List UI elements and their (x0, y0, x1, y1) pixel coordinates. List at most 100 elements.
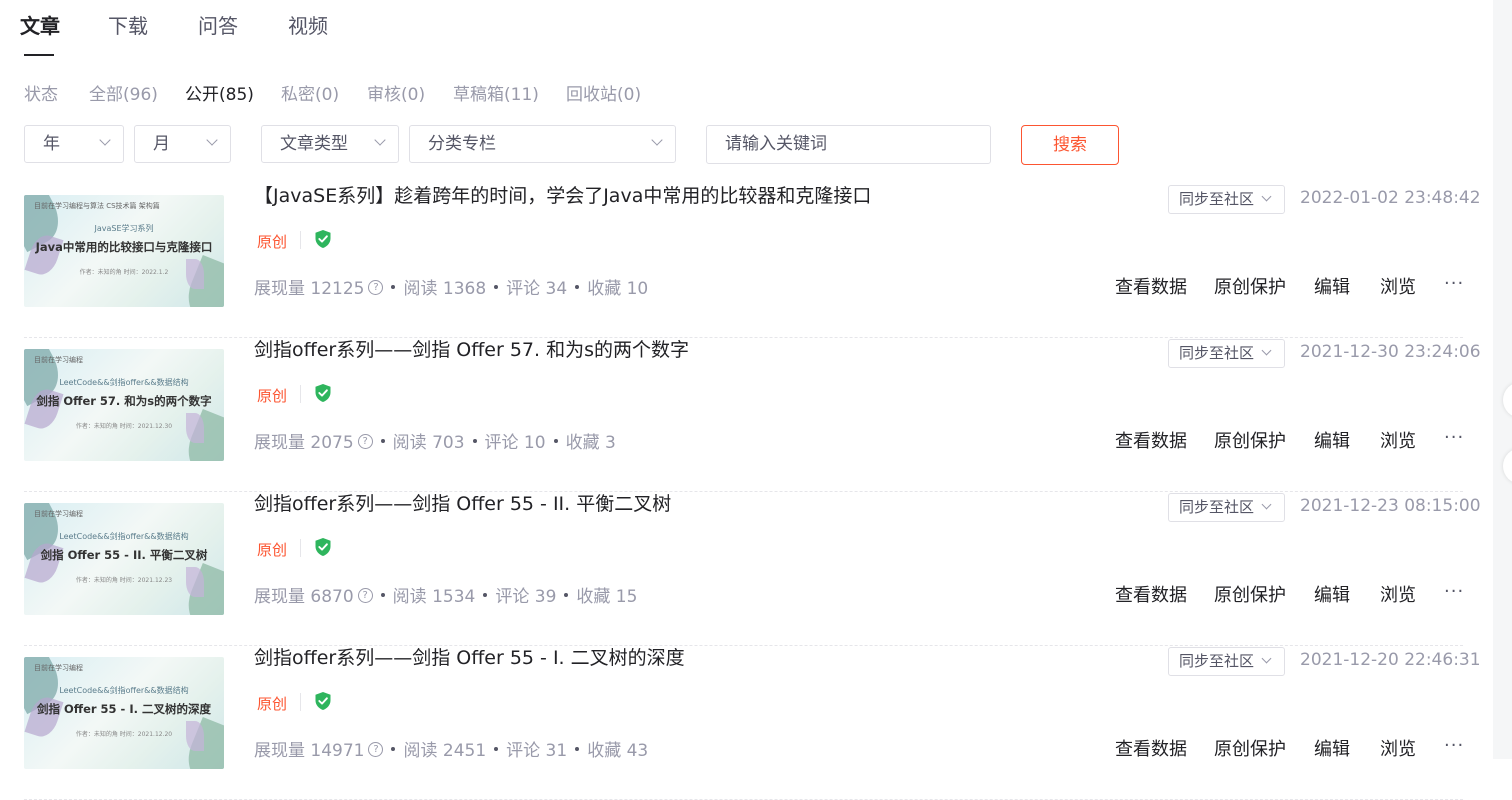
comment-count: 评论 39 (495, 587, 557, 607)
article-title[interactable]: 剑指offer系列——剑指 Offer 55 - I. 二叉树的深度 (254, 645, 685, 671)
thumbnail-title: 剑指 Offer 55 - II. 平衡二叉树 (40, 548, 208, 562)
divider (300, 693, 301, 711)
separator-dot (575, 747, 580, 751)
help-icon[interactable]: ? (357, 588, 373, 603)
thumbnail-footer: 作者：未知的角 时间：2021.12.23 (75, 577, 173, 584)
thumbnail-footer: 作者：未知的角 时间：2021.12.30 (75, 423, 173, 430)
edit-button[interactable]: 编辑 (1314, 581, 1350, 607)
category-value: 分类专栏 (428, 134, 496, 154)
impressions-count: 展现量 6870 (254, 587, 354, 607)
sync-label: 同步至社区 (1179, 498, 1255, 516)
article-title[interactable]: 剑指offer系列——剑指 Offer 57. 和为s的两个数字 (254, 337, 689, 363)
article-stats: 展现量 14971? 阅读 2451 评论 31 收藏 43 (254, 736, 648, 761)
view-data-button[interactable]: 查看数据 (1115, 735, 1187, 761)
tab-downloads[interactable]: 下载 (108, 10, 148, 39)
help-icon[interactable]: ? (357, 434, 373, 449)
sync-to-community-select[interactable]: 同步至社区 (1168, 339, 1285, 368)
article-thumbnail[interactable]: 目前在学习编程与算法 CS技术篇 架构篇 JavaSE学习系列 Java中常用的… (24, 195, 224, 307)
thumbnail-title: 剑指 Offer 57. 和为s的两个数字 (36, 394, 212, 408)
thumbnail-title: 剑指 Offer 55 - I. 二叉树的深度 (36, 702, 211, 716)
thumbnail-subtitle: LeetCode&&剑指offer&&数据结构 (59, 378, 189, 387)
sync-label: 同步至社区 (1179, 652, 1255, 670)
verified-shield-icon (315, 538, 331, 556)
thumbnail-header: 目前在学习编程与算法 CS技术篇 架构篇 (34, 202, 160, 210)
year-select-value: 年 (43, 134, 60, 154)
chevron-down-icon (1261, 345, 1272, 356)
separator-dot (380, 439, 385, 443)
separator-dot (575, 285, 580, 289)
comment-count: 评论 10 (484, 433, 546, 453)
active-tab-indicator (24, 54, 54, 56)
original-protection-button[interactable]: 原创保护 (1214, 581, 1286, 607)
status-private[interactable]: 私密(0) (281, 80, 339, 105)
thumbnail-footer: 作者：未知的角 时间：2021.12.20 (75, 731, 173, 738)
sync-to-community-select[interactable]: 同步至社区 (1168, 493, 1285, 522)
more-options-icon[interactable]: ··· (1444, 273, 1464, 294)
view-data-button[interactable]: 查看数据 (1115, 273, 1187, 299)
article-thumbnail[interactable]: 目前在学习编程 LeetCode&&剑指offer&&数据结构 剑指 Offer… (24, 503, 224, 615)
article-thumbnail[interactable]: 目前在学习编程 LeetCode&&剑指offer&&数据结构 剑指 Offer… (24, 657, 224, 769)
browse-button[interactable]: 浏览 (1380, 273, 1416, 299)
help-icon[interactable]: ? (368, 280, 384, 295)
original-protection-button[interactable]: 原创保护 (1214, 427, 1286, 453)
status-all[interactable]: 全部(96) (89, 80, 158, 105)
read-count: 阅读 703 (392, 433, 465, 453)
tab-articles[interactable]: 文章 (20, 10, 60, 39)
article-thumbnail[interactable]: 目前在学习编程 LeetCode&&剑指offer&&数据结构 剑指 Offer… (24, 349, 224, 461)
favorite-count: 收藏 3 (565, 433, 616, 453)
status-public[interactable]: 公开(85) (185, 80, 254, 105)
original-protection-button[interactable]: 原创保护 (1214, 735, 1286, 761)
scrollbar-track[interactable] (1493, 0, 1512, 759)
read-count: 阅读 1534 (392, 587, 476, 607)
thumbnail-subtitle: LeetCode&&剑指offer&&数据结构 (59, 532, 189, 541)
status-label: 状态 (24, 85, 58, 105)
category-select[interactable]: 分类专栏 (409, 125, 676, 163)
separator-dot (483, 593, 488, 597)
status-trash[interactable]: 回收站(0) (566, 80, 641, 105)
status-review[interactable]: 审核(0) (367, 80, 425, 105)
search-button[interactable]: 搜索 (1021, 125, 1119, 165)
tab-videos[interactable]: 视频 (288, 10, 328, 39)
separator-dot (494, 747, 499, 751)
impressions-count: 展现量 12125 (254, 279, 365, 299)
separator-dot (564, 593, 569, 597)
view-data-button[interactable]: 查看数据 (1115, 427, 1187, 453)
sync-to-community-select[interactable]: 同步至社区 (1168, 647, 1285, 676)
read-count: 阅读 1368 (403, 279, 487, 299)
favorite-count: 收藏 43 (587, 741, 649, 761)
more-options-icon[interactable]: ··· (1444, 581, 1464, 602)
article-type-select[interactable]: 文章类型 (261, 125, 399, 163)
view-data-button[interactable]: 查看数据 (1115, 581, 1187, 607)
more-options-icon[interactable]: ··· (1444, 735, 1464, 756)
publish-date: 2022-01-02 23:48:42 (1300, 188, 1481, 208)
browse-button[interactable]: 浏览 (1380, 427, 1416, 453)
status-drafts[interactable]: 草稿箱(11) (453, 80, 539, 105)
edit-button[interactable]: 编辑 (1314, 273, 1350, 299)
article-stats: 展现量 6870? 阅读 1534 评论 39 收藏 15 (254, 582, 637, 607)
chevron-down-icon (1261, 499, 1272, 510)
tab-qa[interactable]: 问答 (198, 10, 238, 39)
original-tag: 原创 (257, 387, 288, 405)
month-select[interactable]: 月 (134, 125, 231, 163)
edit-button[interactable]: 编辑 (1314, 735, 1350, 761)
article-title[interactable]: 剑指offer系列——剑指 Offer 55 - II. 平衡二叉树 (254, 491, 671, 517)
year-select[interactable]: 年 (24, 125, 124, 163)
thumbnail-header: 目前在学习编程 (34, 356, 83, 364)
favorite-count: 收藏 10 (587, 279, 649, 299)
original-protection-button[interactable]: 原创保护 (1214, 273, 1286, 299)
help-icon[interactable]: ? (368, 742, 384, 757)
browse-button[interactable]: 浏览 (1380, 581, 1416, 607)
browse-button[interactable]: 浏览 (1380, 735, 1416, 761)
edit-button[interactable]: 编辑 (1314, 427, 1350, 453)
separator-dot (391, 747, 396, 751)
more-options-icon[interactable]: ··· (1444, 427, 1464, 448)
keyword-input[interactable]: 请输入关键词 (706, 125, 991, 164)
impressions-count: 展现量 14971 (254, 741, 365, 761)
separator-dot (553, 439, 558, 443)
publish-date: 2021-12-20 22:46:31 (1300, 650, 1481, 670)
article-title[interactable]: 【JavaSE系列】趁着跨年的时间，学会了Java中常用的比较器和克隆接口 (254, 183, 871, 209)
sync-to-community-select[interactable]: 同步至社区 (1168, 185, 1285, 214)
divider (300, 231, 301, 249)
publish-date: 2021-12-23 08:15:00 (1300, 496, 1481, 516)
article-stats: 展现量 2075? 阅读 703 评论 10 收藏 3 (254, 428, 616, 453)
